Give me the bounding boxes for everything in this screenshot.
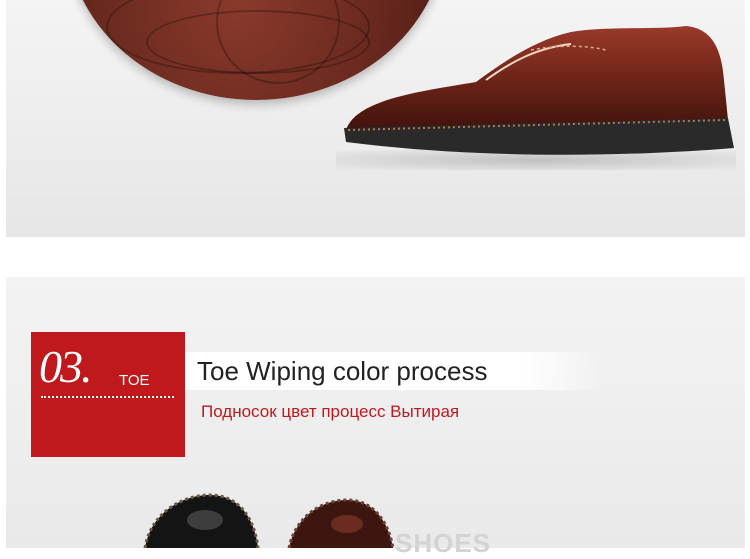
section-title-ru: Подносок цвет процесс Вытирая [201, 402, 460, 421]
black-shoe-toe-image [143, 493, 260, 548]
dotted-divider [41, 396, 174, 398]
section-number-block: 03. TOE [31, 332, 185, 457]
watermark-text: SHOES [395, 528, 492, 558]
brown-oxford-shoe-image [344, 26, 734, 155]
section-number: 03. [39, 341, 92, 392]
section-word: TOE [119, 372, 150, 389]
brown-shoe-toe-image [287, 498, 395, 548]
section-title-en: Toe Wiping color process [197, 356, 488, 386]
product-image-top [6, 0, 745, 237]
